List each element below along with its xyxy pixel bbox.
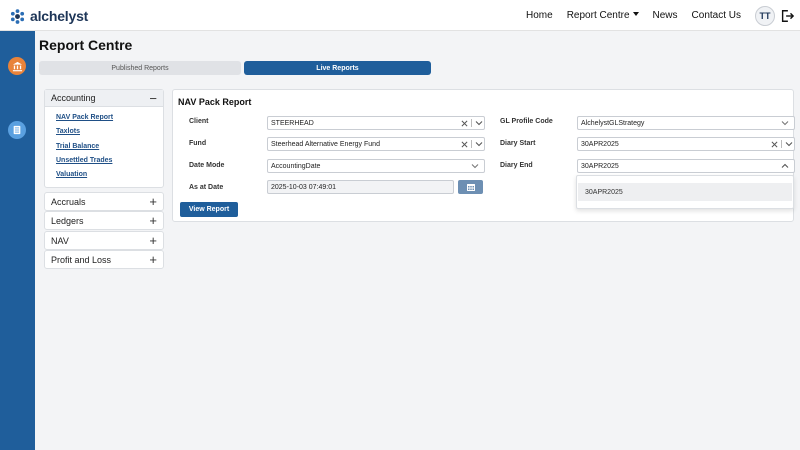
as-at-date-input[interactable]: 2025-10-03 07:49:01 — [267, 180, 454, 194]
fund-value: Steerhead Alternative Energy Fund — [271, 140, 380, 148]
diary-start-label: Diary Start — [500, 140, 536, 147]
accordion-label: Accruals — [51, 196, 86, 207]
close-icon[interactable] — [459, 117, 469, 129]
close-icon[interactable] — [459, 138, 469, 150]
fund-label: Fund — [189, 140, 207, 147]
divider — [781, 140, 782, 148]
diary-end-select[interactable]: 30APR2025 — [577, 159, 795, 173]
minus-icon: − — [149, 90, 157, 106]
close-icon[interactable] — [769, 138, 779, 150]
client-select[interactable]: STEERHEAD — [267, 116, 485, 130]
brand-logo[interactable]: alchelyst — [10, 8, 88, 24]
date-mode-select[interactable]: AccountingDate — [267, 159, 485, 173]
rail-bank-button[interactable] — [8, 57, 26, 75]
nav-news[interactable]: News — [653, 10, 678, 21]
link-taxlots[interactable]: Taxlots — [56, 125, 163, 139]
accordion-label: NAV — [51, 235, 69, 246]
chevron-up-icon[interactable] — [780, 160, 790, 172]
accordion-header-nav[interactable]: NAV + — [45, 232, 163, 249]
report-tabs: Published Reports Live Reports — [39, 61, 431, 75]
diary-start-select[interactable]: 30APR2025 — [577, 137, 795, 151]
accordion-profit-and-loss: Profit and Loss + — [44, 250, 164, 269]
link-nav-pack-report[interactable]: NAV Pack Report — [56, 111, 163, 125]
plus-icon: + — [149, 233, 157, 248]
nav-report-centre[interactable]: Report Centre — [567, 10, 639, 21]
accordion-accounting: Accounting − NAV Pack Report Taxlots Tri… — [44, 89, 164, 188]
as-at-date-label: As at Date — [189, 184, 224, 191]
accordion-label: Accounting — [51, 93, 96, 103]
nav-contact-us[interactable]: Contact Us — [692, 10, 741, 21]
plus-icon: + — [149, 252, 157, 267]
alchelyst-logo-icon — [10, 8, 25, 24]
divider — [471, 119, 472, 127]
plus-icon: + — [149, 194, 157, 209]
chevron-down-icon[interactable] — [470, 160, 480, 172]
as-at-date-value: 2025-10-03 07:49:01 — [271, 183, 336, 191]
diary-end-label: Diary End — [500, 162, 533, 169]
report-icon — [13, 125, 21, 135]
bank-icon — [12, 61, 22, 71]
fund-select[interactable]: Steerhead Alternative Energy Fund — [267, 137, 485, 151]
accordion-ledgers: Ledgers + — [44, 211, 164, 230]
link-valuation[interactable]: Valuation — [56, 168, 163, 182]
accordion-label: Profit and Loss — [51, 254, 112, 265]
tab-live-reports[interactable]: Live Reports — [244, 61, 431, 75]
client-label: Client — [189, 118, 209, 125]
link-trial-balance[interactable]: Trial Balance — [56, 140, 163, 154]
diary-end-dropdown: 30APR2025 — [576, 175, 794, 209]
chevron-down-icon[interactable] — [780, 117, 790, 129]
accordion-nav: NAV + — [44, 231, 164, 250]
accordion-header-accruals[interactable]: Accruals + — [45, 193, 163, 210]
gl-profile-code-select[interactable]: AlchelystGLStrategy — [577, 116, 795, 130]
user-avatar[interactable]: TT — [755, 5, 775, 26]
accordion-header-profit-and-loss[interactable]: Profit and Loss + — [45, 251, 163, 268]
dropdown-option[interactable]: 30APR2025 — [578, 183, 792, 201]
chevron-down-icon[interactable] — [474, 138, 484, 150]
date-mode-label: Date Mode — [189, 162, 225, 169]
form-title: NAV Pack Report — [178, 97, 252, 107]
calendar-button[interactable] — [458, 180, 483, 194]
rail-report-button[interactable] — [8, 121, 26, 139]
view-report-button[interactable]: View Report — [180, 202, 238, 217]
gl-profile-code-label: GL Profile Code — [500, 118, 553, 125]
accordion-header-accounting[interactable]: Accounting − — [45, 90, 163, 107]
diary-end-value: 30APR2025 — [581, 162, 619, 170]
client-value: STEERHEAD — [271, 119, 314, 127]
gl-profile-code-value: AlchelystGLStrategy — [581, 119, 645, 127]
link-unsettled-trades[interactable]: Unsettled Trades — [56, 154, 163, 168]
calendar-icon — [466, 183, 475, 191]
nav-home[interactable]: Home — [526, 10, 553, 21]
chevron-down-icon[interactable] — [784, 138, 794, 150]
top-navbar: alchelyst Home Report Centre News Contac… — [0, 0, 800, 31]
page-title: Report Centre — [39, 37, 133, 53]
divider — [471, 140, 472, 148]
main-nav: Home Report Centre News Contact Us TT — [526, 0, 800, 31]
accordion-label: Ledgers — [51, 215, 84, 226]
brand-name: alchelyst — [30, 8, 89, 24]
diary-start-value: 30APR2025 — [581, 140, 619, 148]
accordion-accruals: Accruals + — [44, 192, 164, 211]
logout-icon[interactable] — [780, 9, 794, 23]
accounting-report-links: NAV Pack Report Taxlots Trial Balance Un… — [45, 107, 163, 184]
chevron-down-icon[interactable] — [474, 117, 484, 129]
accordion-header-ledgers[interactable]: Ledgers + — [45, 212, 163, 229]
date-mode-value: AccountingDate — [271, 162, 321, 170]
plus-icon: + — [149, 213, 157, 228]
left-rail — [0, 31, 35, 450]
tab-published-reports[interactable]: Published Reports — [39, 61, 241, 75]
